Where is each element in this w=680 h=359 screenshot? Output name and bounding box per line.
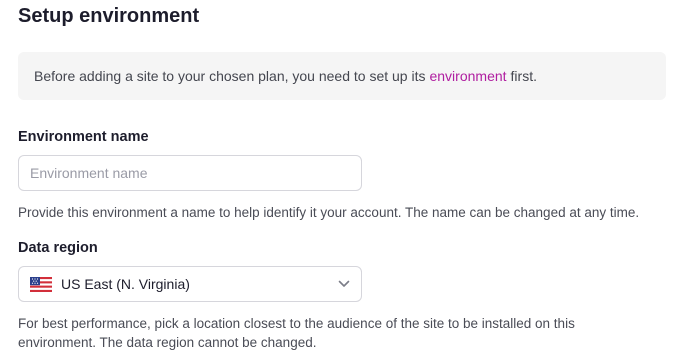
environment-name-help: Provide this environment a name to help … — [18, 205, 640, 220]
data-region-value: US East (N. Virginia) — [61, 276, 190, 292]
page-title: Setup environment — [18, 5, 200, 27]
chevron-down-icon — [338, 280, 350, 287]
data-region-help: For best performance, pick a location cl… — [18, 316, 575, 350]
environment-name-label: Environment name — [18, 129, 149, 145]
info-notice: Before adding a site to your chosen plan… — [18, 52, 666, 100]
environment-name-input[interactable] — [18, 155, 362, 191]
us-flag-icon — [30, 276, 52, 292]
data-region-label: Data region — [18, 240, 98, 256]
notice-text-after: first. — [510, 68, 537, 84]
data-region-select[interactable]: US East (N. Virginia) — [18, 266, 362, 302]
notice-text-before: Before adding a site to your chosen plan… — [34, 68, 426, 84]
environment-link[interactable]: environment — [429, 68, 506, 84]
